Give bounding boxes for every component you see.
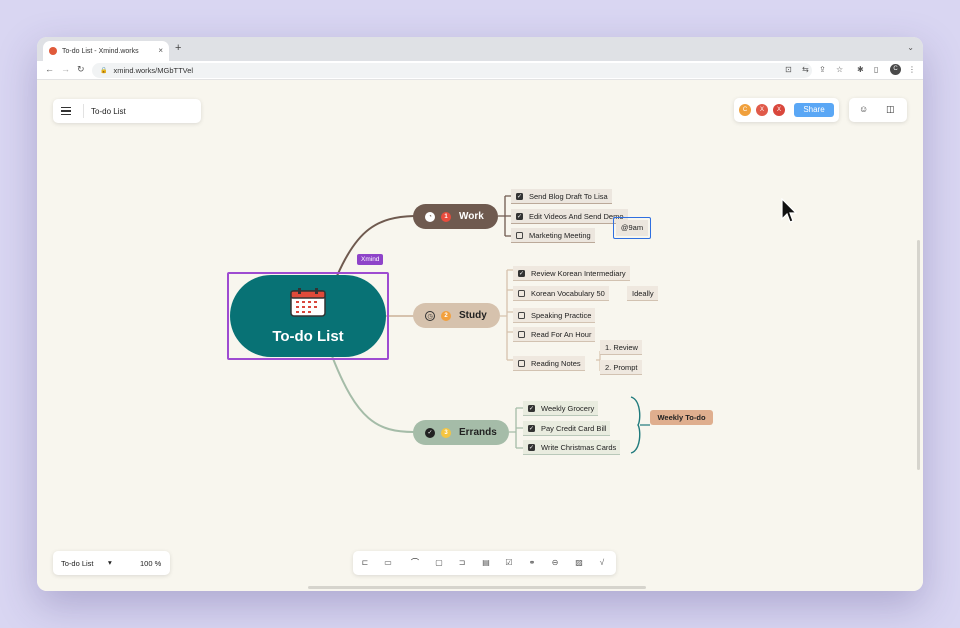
study-subtopic[interactable]: Reading Notes (513, 356, 585, 371)
tab-strip: To-do List - Xmind.works × + ⌄ (37, 37, 923, 61)
share-button[interactable]: Share (794, 103, 834, 117)
xmind-favicon-icon (49, 47, 57, 55)
collaborators-panel: C X X Share (734, 98, 839, 122)
boundary-icon[interactable]: ⊐ (456, 557, 468, 569)
document-title-panel: To-do List (53, 99, 201, 123)
avatar[interactable]: X (773, 104, 785, 116)
link-icon[interactable]: ⚭ (526, 557, 538, 569)
study-subtopic[interactable]: ✓ Review Korean Intermediary (513, 266, 630, 281)
horizontal-scrollbar[interactable] (308, 586, 646, 589)
relationship-icon[interactable]: ⌒ (409, 557, 421, 569)
smiley-icon[interactable]: ☺ (859, 104, 868, 114)
unchecked-checkbox-icon[interactable] (518, 359, 525, 367)
close-tab-icon[interactable]: × (158, 46, 163, 55)
clock-icon: ◔ (425, 211, 435, 222)
reading-note[interactable]: 2. Prompt (600, 360, 642, 375)
vertical-scrollbar[interactable] (917, 240, 920, 470)
lock-icon: 🔒 (100, 68, 108, 74)
outline-view-icon[interactable]: ◫ (886, 104, 895, 115)
priority-3-icon: 3 (441, 427, 451, 438)
mouse-pointer-icon (781, 198, 797, 223)
back-arrow-icon[interactable]: ← (45, 64, 54, 74)
avatar[interactable]: X (756, 104, 768, 116)
document-title[interactable]: To-do List (91, 107, 126, 116)
address-bar-row: ← → ↻ 🔒 xmind.works/MGbTTVel ⊡ ⇆ ⇪ ☆ ✱ ▯… (37, 61, 923, 80)
timer-icon: ◷ (425, 310, 435, 321)
branch-label: Study (459, 310, 487, 321)
url-field[interactable]: 🔒 xmind.works/MGbTTVel (92, 63, 812, 78)
work-subtopic[interactable]: Marketing Meeting (511, 228, 595, 243)
calendar-icon (290, 288, 326, 317)
tab-title: To-do List - Xmind.works (62, 47, 139, 55)
branch-label: Errands (459, 427, 497, 438)
zoom-level[interactable]: 100 % (140, 559, 161, 568)
study-subtopic[interactable]: Speaking Practice (513, 308, 596, 323)
checkbox-icon[interactable]: ☑ (503, 557, 515, 569)
priority-1-icon: 1 (441, 211, 451, 222)
summary-topic[interactable]: Weekly To-do (650, 410, 713, 425)
checked-checkbox-icon[interactable]: ✓ (518, 269, 525, 277)
unchecked-checkbox-icon[interactable] (518, 289, 525, 297)
topic-icon[interactable]: ▭ (382, 557, 394, 569)
hamburger-menu-icon[interactable] (61, 105, 71, 118)
image-icon[interactable]: ▨ (573, 557, 585, 569)
bookmark-star-icon[interactable]: ☆ (836, 65, 843, 74)
connector-lines (331, 195, 650, 454)
reading-note[interactable]: 1. Review (600, 340, 642, 355)
avatar[interactable]: C (739, 104, 751, 116)
install-app-icon[interactable]: ⊡ (785, 65, 792, 74)
translate-icon[interactable]: ⇆ (802, 65, 809, 74)
divider (83, 104, 84, 118)
insert-toolbar: ⊏ ▭ ⌒ ▢ ⊐ ▤ ☑ ⚭ ⊖ ▨ √ (353, 551, 616, 575)
new-tab-button[interactable]: + (175, 42, 181, 54)
side-panel-icon[interactable]: ▯ (874, 65, 878, 74)
reload-icon[interactable]: ↻ (77, 64, 85, 75)
ideally-tag[interactable]: Ideally (627, 286, 658, 301)
share-page-icon[interactable]: ⇪ (819, 65, 826, 74)
check-circle-icon: ✓ (425, 427, 435, 438)
profile-avatar[interactable]: C (890, 64, 901, 75)
view-tools-panel: ☺ ◫ (849, 98, 907, 122)
equation-icon[interactable]: √ (596, 557, 608, 569)
central-topic-title: To-do List (272, 328, 344, 345)
callout-icon[interactable]: ▢ (433, 557, 445, 569)
checked-checkbox-icon[interactable]: ✓ (516, 192, 523, 200)
work-subtopic[interactable]: ✓ Send Blog Draft To Lisa (511, 189, 612, 204)
forward-arrow-icon[interactable]: → (61, 64, 70, 74)
checked-checkbox-icon[interactable]: ✓ (528, 443, 535, 451)
errands-subtopic[interactable]: ✓ Pay Credit Card Bill (523, 421, 611, 436)
chevron-down-icon[interactable]: ▾ (108, 558, 112, 567)
document-switcher[interactable]: To-do List (61, 559, 94, 568)
summary-icon[interactable]: ▤ (480, 557, 492, 569)
study-subtopic[interactable]: Korean Vocabulary 50 (513, 286, 609, 301)
xmind-label-tag[interactable]: Xmind (357, 254, 384, 265)
unchecked-checkbox-icon[interactable] (516, 231, 523, 239)
checked-checkbox-icon[interactable]: ✓ (528, 404, 535, 412)
errands-subtopic[interactable]: ✓ Write Christmas Cards (523, 440, 621, 455)
label-icon[interactable]: ⊖ (549, 557, 561, 569)
work-subtopic[interactable]: ✓ Edit Videos And Send Demo (511, 209, 628, 224)
errands-subtopic[interactable]: ✓ Weekly Grocery (523, 401, 599, 416)
branch-errands[interactable]: ✓ 3 Errands (413, 420, 509, 445)
browser-window: To-do List - Xmind.works × + ⌄ ← → ↻ 🔒 x… (37, 37, 923, 591)
tab-search-chevron-icon[interactable]: ⌄ (907, 43, 914, 52)
unchecked-checkbox-icon[interactable] (518, 311, 525, 319)
branch-study[interactable]: ◷ 2 Study (413, 303, 500, 328)
url-text: xmind.works/MGbTTVel (113, 66, 194, 75)
mindmap-canvas[interactable]: To-do List C X X Share ☺ ◫ Xmind To-do L… (37, 80, 923, 591)
browser-tab[interactable]: To-do List - Xmind.works × (43, 41, 169, 61)
browser-menu-icon[interactable]: ⋮ (908, 65, 916, 74)
priority-2-icon: 2 (441, 310, 451, 321)
branch-label: Work (459, 211, 484, 222)
meeting-time-tag[interactable]: @9am (616, 220, 648, 236)
study-subtopic[interactable]: Read For An Hour (513, 327, 596, 342)
subtopic-icon[interactable]: ⊏ (359, 557, 371, 569)
checked-checkbox-icon[interactable]: ✓ (528, 424, 535, 432)
extensions-puzzle-icon[interactable]: ✱ (857, 65, 864, 74)
unchecked-checkbox-icon[interactable] (518, 330, 525, 338)
branch-work[interactable]: ◔ 1 Work (413, 204, 498, 229)
zoom-panel: To-do List ▾ 100 % (53, 551, 170, 575)
checked-checkbox-icon[interactable]: ✓ (516, 212, 523, 220)
central-topic[interactable]: To-do List (230, 275, 386, 357)
